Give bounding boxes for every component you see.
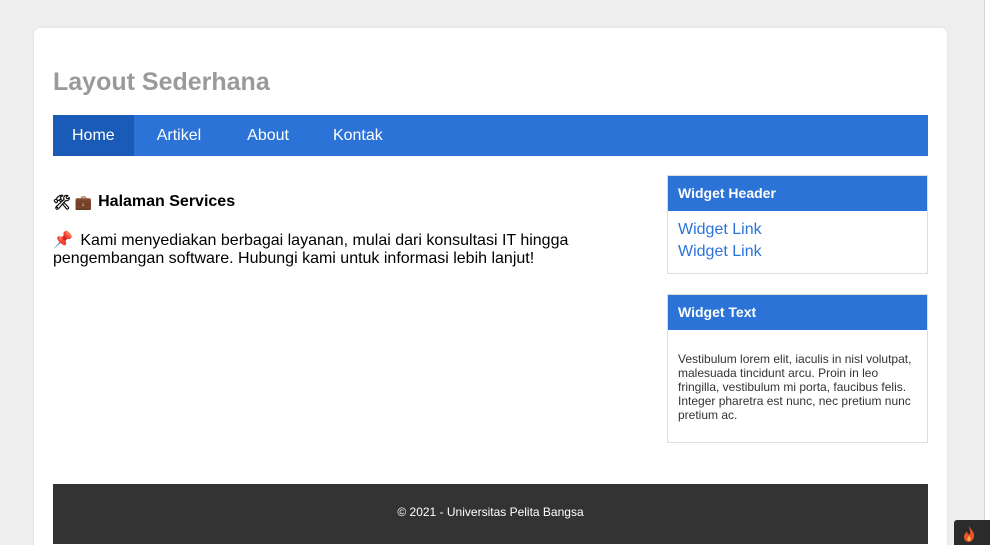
widget-link-list: Widget Link Widget Link — [668, 211, 927, 273]
flame-icon — [964, 526, 975, 542]
nav-item-home[interactable]: Home — [53, 115, 134, 156]
footer: © 2021 - Universitas Pelita Bangsa — [53, 484, 928, 544]
pushpin-icon: 📌 — [53, 232, 73, 249]
widget-text-box: Widget Text Vestibulum lorem elit, iacul… — [667, 294, 928, 443]
window-scrollbar[interactable] — [984, 0, 990, 545]
page-heading: 🛠 💼 Halaman Services — [53, 193, 613, 211]
footer-copyright: © 2021 - Universitas Pelita Bangsa — [397, 505, 584, 519]
widget-text-body: Vestibulum lorem elit, iaculis in nisl v… — [678, 352, 912, 422]
nav-item-kontak[interactable]: Kontak — [312, 115, 404, 156]
main-navigation: Home Artikel About Kontak — [53, 115, 928, 156]
widget-link[interactable]: Widget Link — [678, 241, 917, 263]
flame-tab-button[interactable] — [954, 520, 990, 545]
services-description: 📌 Kami menyediakan berbagai layanan, mul… — [53, 232, 573, 268]
widget-header-title: Widget Header — [668, 176, 927, 211]
page-container: Layout Sederhana Home Artikel About Kont… — [34, 28, 947, 545]
page-heading-text: Halaman Services — [98, 193, 236, 210]
widget-header-box: Widget Header Widget Link Widget Link — [667, 175, 928, 274]
nav-item-about[interactable]: About — [224, 115, 312, 156]
main-content: 🛠 💼 Halaman Services 📌 Kami menyediakan … — [53, 193, 613, 268]
tools-briefcase-icon: 🛠 💼 — [53, 193, 93, 210]
widget-text-title: Widget Text — [668, 295, 927, 330]
site-title: Layout Sederhana — [53, 68, 270, 96]
nav-item-artikel[interactable]: Artikel — [134, 115, 224, 156]
widget-link[interactable]: Widget Link — [678, 219, 917, 241]
services-description-text: Kami menyediakan berbagai layanan, mulai… — [53, 232, 569, 267]
